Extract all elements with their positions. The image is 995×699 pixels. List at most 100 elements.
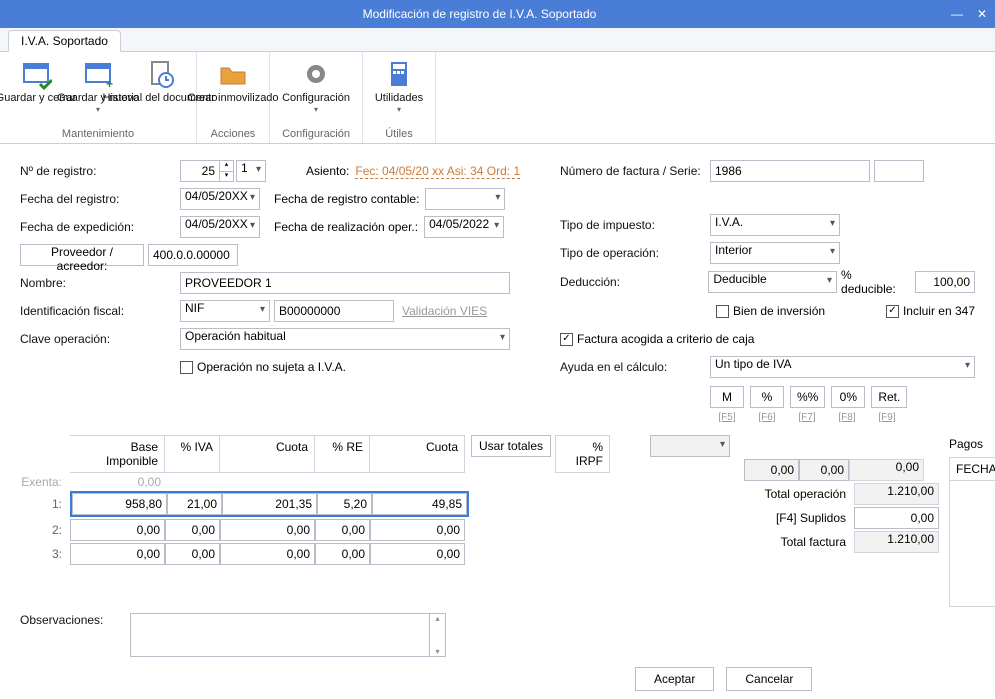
checkbox-checked-icon: ✓	[560, 333, 573, 346]
asiento-link[interactable]: Fec: 04/05/20 xx Asi: 34 Ord: 1	[355, 164, 520, 179]
tab-iva-soportado[interactable]: I.V.A. Soportado	[8, 30, 121, 52]
hint-f8: [F8]	[830, 412, 864, 423]
base-1[interactable]	[72, 493, 167, 515]
hint-f6: [F6]	[750, 412, 784, 423]
n-registro-spinner[interactable]: ▴▾	[220, 160, 234, 182]
iva-2[interactable]	[165, 519, 220, 541]
calculator-icon	[383, 58, 415, 90]
iva-3[interactable]	[165, 543, 220, 565]
fecha-registro-select[interactable]: 04/05/20XX	[180, 188, 260, 210]
save-close-icon	[20, 58, 52, 90]
window-title: Modificación de registro de I.V.A. Sopor…	[8, 7, 951, 21]
svg-text:+: +	[106, 77, 113, 90]
proveedor-cuenta-input[interactable]	[148, 244, 238, 266]
num-factura-input[interactable]	[710, 160, 870, 182]
fecha-expedicion-select[interactable]: 04/05/20XX	[180, 216, 260, 238]
proveedor-button[interactable]: Proveedor / acreedor:	[20, 244, 144, 266]
base-2[interactable]	[70, 519, 165, 541]
pagos-col-fecha: FECHA	[950, 458, 995, 481]
ribbon-group-mantenimiento: Mantenimiento	[6, 126, 190, 141]
observaciones-scroll[interactable]: ▴▾	[430, 613, 446, 657]
col-cuota: Cuota	[220, 435, 315, 473]
historial-button[interactable]: Historial del documento	[130, 56, 190, 126]
serie-input[interactable]	[874, 160, 924, 182]
gear-icon	[300, 58, 332, 90]
irpf-base[interactable]	[744, 459, 799, 481]
calc-zero-button[interactable]: 0%	[831, 386, 865, 408]
re-2[interactable]	[315, 519, 370, 541]
ayuda-calculo-label: Ayuda en el cálculo:	[560, 360, 710, 374]
irpf-select[interactable]	[650, 435, 730, 457]
calc-ret-button[interactable]: Ret.	[871, 386, 907, 408]
fecha-realizacion-select[interactable]: 04/05/2022	[424, 216, 504, 238]
total-operacion-value: 1.210,00	[854, 483, 939, 505]
incluir-347-check[interactable]: ✓ Incluir en 347	[886, 304, 975, 318]
irpf-val: 0,00	[849, 459, 924, 481]
cuota2-2[interactable]	[370, 519, 465, 541]
idfiscal-label: Identificación fiscal:	[20, 304, 180, 318]
pagos-grid[interactable]: FECHA IMPORTE E	[949, 457, 995, 607]
minimize-icon[interactable]: —	[951, 7, 963, 21]
guardar-nuevo-button[interactable]: + Guardar y nuevo ▾	[68, 56, 128, 126]
re-1[interactable]	[317, 493, 372, 515]
deduccion-select[interactable]: Deducible	[708, 271, 837, 293]
bien-inversion-check[interactable]: Bien de inversión	[716, 304, 825, 318]
suplidos-input[interactable]	[854, 507, 939, 529]
utilidades-button[interactable]: Utilidades ▾	[369, 56, 429, 126]
clave-operacion-select[interactable]: Operación habitual	[180, 328, 510, 350]
col-cuota2: Cuota	[370, 435, 465, 473]
guardar-cerrar-button[interactable]: Guardar y cerrar	[6, 56, 66, 126]
col-base: Base Imponible	[70, 435, 165, 473]
close-icon[interactable]: ✕	[977, 7, 987, 21]
hint-f7: [F7]	[790, 412, 824, 423]
total-factura-label: Total factura	[744, 535, 854, 549]
cuota-2[interactable]	[220, 519, 315, 541]
crear-inmovilizado-button[interactable]: Crear inmovilizado	[203, 56, 263, 126]
factura-caja-check[interactable]: ✓ Factura acogida a criterio de caja	[560, 332, 754, 346]
nombre-input[interactable]	[180, 272, 510, 294]
configuracion-button[interactable]: Configuración ▾	[276, 56, 356, 126]
fecha-reg-contable-label: Fecha de registro contable:	[274, 192, 419, 206]
clave-operacion-label: Clave operación:	[20, 332, 180, 346]
cancelar-button[interactable]: Cancelar	[726, 667, 812, 691]
cuota-1[interactable]	[222, 493, 317, 515]
col-pct-irpf: % IRPF	[555, 435, 610, 473]
ribbon-group-utiles: Útiles	[369, 126, 429, 141]
aceptar-button[interactable]: Aceptar	[635, 667, 714, 691]
ribbon-group-acciones: Acciones	[203, 126, 263, 141]
num-factura-label: Número de factura / Serie:	[560, 164, 710, 178]
calc-pctpct-button[interactable]: %%	[790, 386, 825, 408]
observaciones-textarea[interactable]	[130, 613, 430, 657]
irpf-pct[interactable]	[799, 459, 849, 481]
col-pct-re: % RE	[315, 435, 370, 473]
calc-m-button[interactable]: M	[710, 386, 744, 408]
tipo-operacion-select[interactable]: Interior	[710, 242, 840, 264]
fecha-registro-label: Fecha del registro:	[20, 192, 180, 206]
ayuda-calculo-select[interactable]: Un tipo de IVA	[710, 356, 975, 378]
iva-1[interactable]	[167, 493, 222, 515]
idfiscal-tipo-select[interactable]: NIF	[180, 300, 270, 322]
calc-pct-button[interactable]: %	[750, 386, 784, 408]
re-3[interactable]	[315, 543, 370, 565]
total-factura-value: 1.210,00	[854, 531, 939, 553]
n-registro-sub-select[interactable]: 1	[236, 160, 266, 182]
base-3[interactable]	[70, 543, 165, 565]
fecha-realizacion-label: Fecha de realización oper.:	[274, 220, 418, 234]
cuota2-3[interactable]	[370, 543, 465, 565]
cuota2-1[interactable]	[372, 493, 467, 515]
idfiscal-num-input[interactable]	[274, 300, 394, 322]
cuota-3[interactable]	[220, 543, 315, 565]
pct-deducible-input[interactable]	[915, 271, 975, 293]
chevron-down-icon: ▾	[96, 105, 100, 114]
usar-totales-button[interactable]: Usar totales	[471, 435, 551, 457]
validacion-vies-link[interactable]: Validación VIES	[402, 304, 487, 318]
folder-icon	[217, 58, 249, 90]
fecha-reg-contable-select[interactable]	[425, 188, 505, 210]
tipo-operacion-label: Tipo de operación:	[560, 246, 710, 260]
tipo-impuesto-select[interactable]: I.V.A.	[710, 214, 840, 236]
n-registro-input[interactable]	[180, 160, 220, 182]
grid-row-1: 1:	[20, 491, 730, 517]
ribbon: Guardar y cerrar + Guardar y nuevo ▾ His…	[0, 52, 995, 144]
op-no-sujeta-check[interactable]: Operación no sujeta a I.V.A.	[180, 360, 346, 374]
grid-row-2: 2:	[20, 519, 730, 541]
